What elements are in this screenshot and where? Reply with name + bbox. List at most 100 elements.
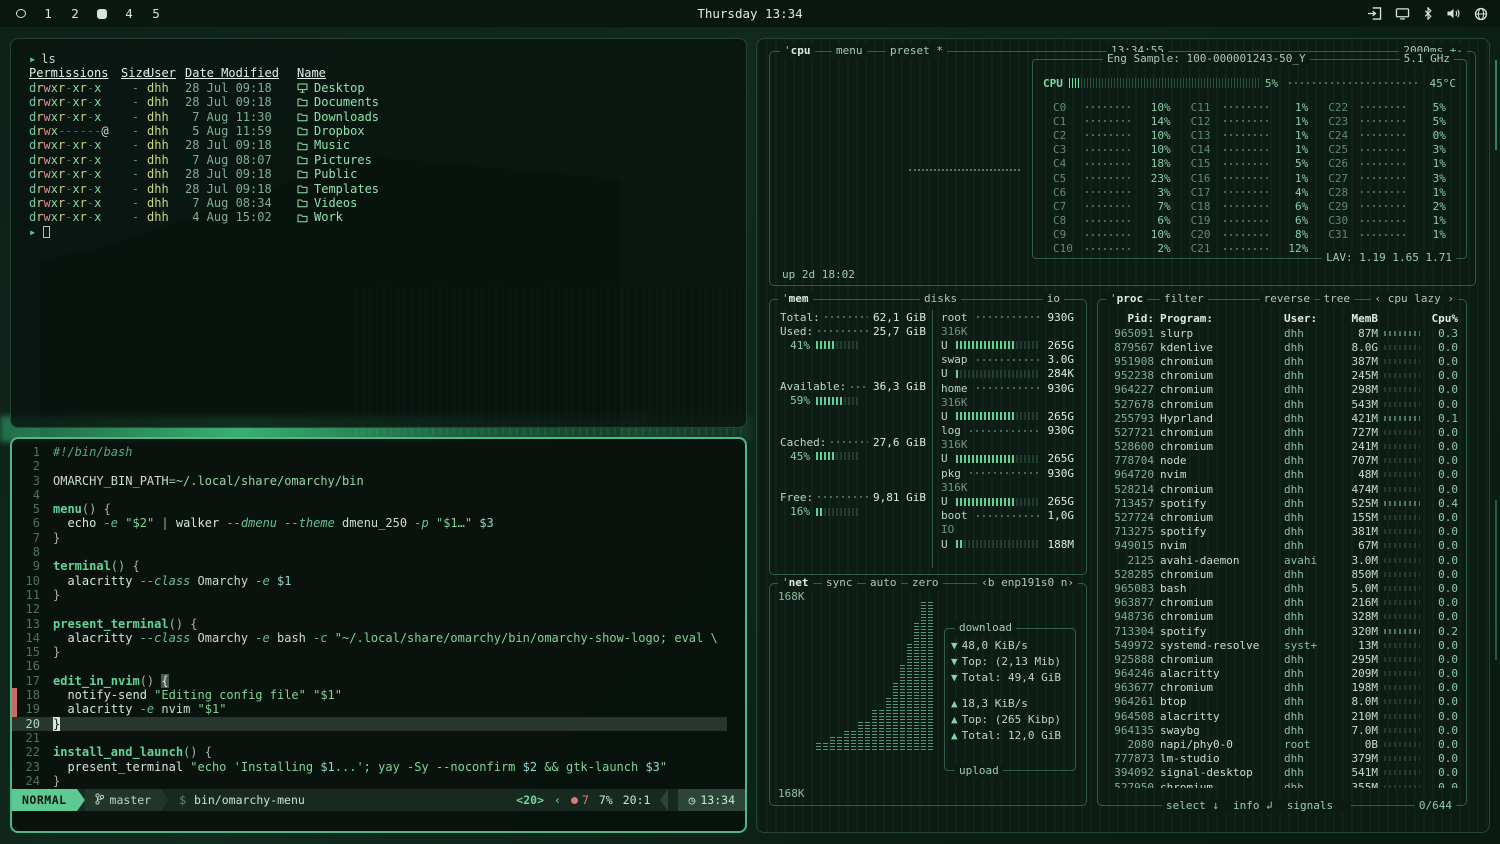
menu-button[interactable]: menu <box>832 44 867 58</box>
mem-box-title[interactable]: 'mem <box>778 292 813 306</box>
globe-icon[interactable] <box>1474 7 1488 21</box>
process-row[interactable]: 879567kdenlivedhh8.0G0.0 <box>1106 340 1458 354</box>
workspace-5[interactable]: 5 <box>151 7 161 21</box>
editor-lines[interactable]: 1#!/bin/bash23OMARCHY_BIN_PATH=~/.local/… <box>12 439 745 788</box>
process-row[interactable]: 951908chromiumdhh387M0.0 <box>1106 354 1458 368</box>
process-row[interactable]: 2080napi/phy0-0root0B0.0 <box>1106 737 1458 751</box>
editor-line: 6 echo -e "$2" | walker --dmenu --theme … <box>12 516 745 530</box>
filter-button[interactable]: filter <box>1160 292 1208 306</box>
process-row[interactable]: 777873lm-studiodhh379M0.0 <box>1106 752 1458 766</box>
editor-line: 10 alacritty --class Omarchy -e $1 <box>12 574 745 588</box>
proc-footer[interactable]: select ↓info ↲signals <box>1162 799 1351 813</box>
process-row[interactable]: 964508alacrittydhh210M0.0 <box>1106 709 1458 723</box>
memory-box: 'mem disks io Total:62,1 GiBUsed:25,7 Gi… <box>769 299 1087 575</box>
tree-button[interactable]: tree <box>1320 292 1355 306</box>
file-row: drwxr-xr-x-dhh28 Jul 09:18Templates <box>29 182 728 196</box>
disks-list: root930G316KU265Gswap3.0GU284Khome930G31… <box>932 310 1078 568</box>
process-row[interactable]: 527678chromiumdhh543M0.0 <box>1106 397 1458 411</box>
diagnostics-count: 7 <box>571 793 589 807</box>
process-row[interactable]: 528285chromiumdhh850M0.0 <box>1106 567 1458 581</box>
process-row[interactable]: 948736chromiumdhh328M0.0 <box>1106 610 1458 624</box>
process-row[interactable]: 527950chromiumdhh355M0.0 <box>1106 780 1458 788</box>
cpu-core-panel: Eng Sample: 100-000001243-50_Y 5.1 GHz C… <box>1032 59 1467 259</box>
editor-line: 11} <box>12 588 745 602</box>
workspace-3[interactable] <box>97 9 107 19</box>
powerline-separator <box>161 789 169 811</box>
process-row[interactable]: 963677chromiumdhh198M0.0 <box>1106 681 1458 695</box>
process-row[interactable]: 2125avahi-daemonavahi3.0M0.0 <box>1106 553 1458 567</box>
sort-selector[interactable]: ‹ cpu lazy › <box>1371 292 1458 306</box>
process-row[interactable]: 713275spotifydhh381M0.0 <box>1106 525 1458 539</box>
editor-line: 22install_and_launch() { <box>12 745 745 759</box>
editor-window-nvim[interactable]: 1#!/bin/bash23OMARCHY_BIN_PATH=~/.local/… <box>10 437 747 833</box>
auto-button[interactable]: auto <box>866 576 901 590</box>
ls-header: Permissions Size User Date Modified Name <box>29 66 728 80</box>
process-row[interactable]: 952238chromiumdhh245M0.0 <box>1106 369 1458 383</box>
process-row[interactable]: 964246alacrittydhh209M0.0 <box>1106 667 1458 681</box>
process-row[interactable]: 965091slurpdhh87M0.3 <box>1106 326 1458 340</box>
sync-button[interactable]: sync <box>822 576 857 590</box>
process-row[interactable]: 964720nvimdhh48M0.0 <box>1106 468 1458 482</box>
editor-line: 24} <box>12 774 745 788</box>
process-list: 965091slurpdhh87M0.3879567kdenlivedhh8.0… <box>1106 326 1458 788</box>
editor-line: 4 <box>12 488 745 502</box>
register-indicator: <20> <box>516 793 544 807</box>
wallpaper-accent-line <box>1495 60 1497 150</box>
proc-box-title[interactable]: 'proc <box>1106 292 1147 306</box>
zero-button[interactable]: zero <box>908 576 943 590</box>
process-row[interactable]: 949015nvimdhh67M0.0 <box>1106 539 1458 553</box>
upload-arrow-icon: ▲ <box>951 729 958 742</box>
bluetooth-icon[interactable] <box>1423 7 1433 20</box>
process-row[interactable]: 713304spotifydhh320M0.2 <box>1106 624 1458 638</box>
process-row[interactable]: 255793Hyprlanddhh421M0.1 <box>1106 411 1458 425</box>
download-label: download <box>955 621 1016 635</box>
disks-tab[interactable]: disks <box>920 292 961 306</box>
process-row[interactable]: 528214chromiumdhh474M0.0 <box>1106 482 1458 496</box>
workspace-2[interactable]: 2 <box>70 7 80 21</box>
net-box-title[interactable]: 'net <box>778 576 813 590</box>
preset-button[interactable]: preset * <box>886 44 947 58</box>
editor-line: 19 alacritty -e nvim "$1" <box>12 702 745 716</box>
workspace-circle[interactable] <box>16 9 26 18</box>
process-row[interactable]: 963877chromiumdhh216M0.0 <box>1106 596 1458 610</box>
process-row[interactable]: 925888chromiumdhh295M0.0 <box>1106 652 1458 666</box>
powerline-separator <box>660 789 668 811</box>
network-icon[interactable] <box>1395 7 1410 20</box>
reverse-button[interactable]: reverse <box>1260 292 1314 306</box>
folder-icon <box>297 112 308 122</box>
net-scale-bottom: 168K <box>778 787 805 800</box>
cpu-box-title[interactable]: 'cpu <box>780 44 815 58</box>
workspace-4[interactable]: 4 <box>124 7 134 21</box>
process-row[interactable]: 778704nodedhh707M0.0 <box>1106 454 1458 468</box>
uptime: up 2d 18:02 <box>782 268 855 281</box>
scroll-progress: 7% <box>599 793 613 807</box>
error-icon <box>571 797 578 804</box>
proc-header: Pid: Program: User: MemB Cpu% <box>1106 310 1458 326</box>
interface-selector[interactable]: ‹b enp191s0 n› <box>977 576 1078 590</box>
git-branch-segment: master <box>85 789 162 811</box>
io-tab[interactable]: io <box>1043 292 1064 306</box>
screen-share-icon[interactable] <box>1367 7 1382 20</box>
folder-icon <box>297 184 308 194</box>
process-row[interactable]: 527721chromiumdhh727M0.0 <box>1106 425 1458 439</box>
process-row[interactable]: 713457spotifydhh525M0.4 <box>1106 496 1458 510</box>
process-row[interactable]: 964227chromiumdhh298M0.0 <box>1106 383 1458 397</box>
mode-badge: NORMAL <box>12 789 77 811</box>
process-row[interactable]: 528600chromiumdhh241M0.0 <box>1106 440 1458 454</box>
terminal-cursor[interactable] <box>43 226 50 238</box>
process-row[interactable]: 965083bashdhh5.0M0.0 <box>1106 581 1458 595</box>
desktop-icon <box>297 83 308 93</box>
process-row[interactable]: 549972systemd-resolvesyst+13M0.0 <box>1106 638 1458 652</box>
cpu-total-row: CPU 5% 45°C <box>1043 74 1456 92</box>
process-row[interactable]: 394092signal-desktopdhh541M0.0 <box>1106 766 1458 780</box>
folder-icon <box>297 213 308 223</box>
process-row[interactable]: 964135swaybgdhh7.0M0.0 <box>1106 723 1458 737</box>
upload-arrow-icon: ▲ <box>951 697 958 710</box>
folder-icon <box>297 141 308 151</box>
process-row[interactable]: 527724chromiumdhh155M0.0 <box>1106 510 1458 524</box>
workspace-1[interactable]: 1 <box>43 7 53 21</box>
folder-icon <box>297 126 308 136</box>
editor-line: 1#!/bin/bash <box>12 445 745 459</box>
volume-icon[interactable] <box>1446 7 1461 20</box>
process-row[interactable]: 964261btopdhh8.0M0.0 <box>1106 695 1458 709</box>
